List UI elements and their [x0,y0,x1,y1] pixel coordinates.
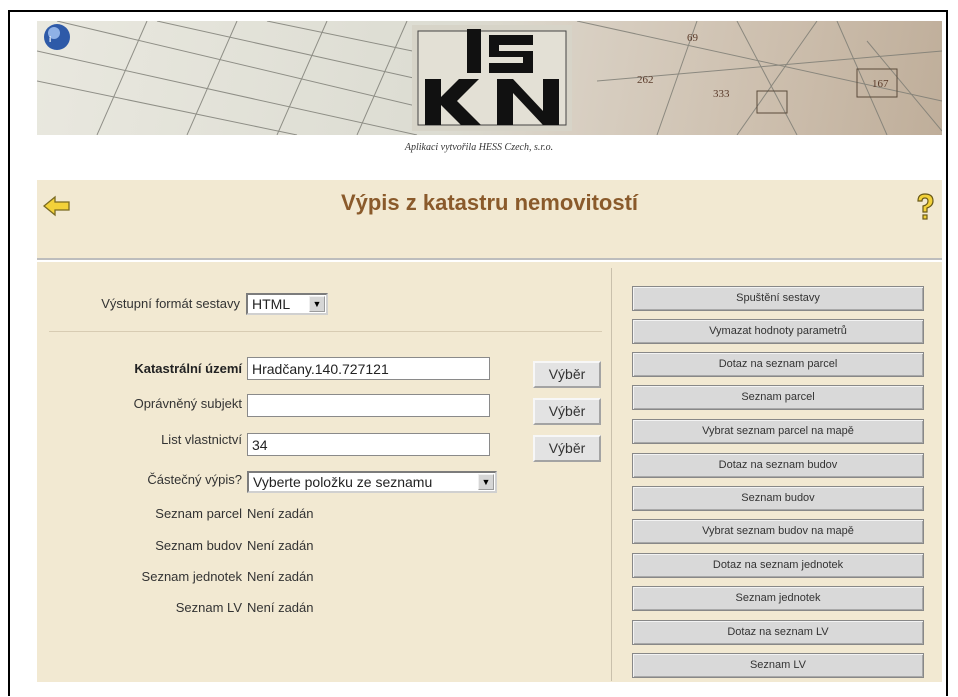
building-list-button[interactable]: Seznam budov [632,486,924,511]
query-parcel-list-button[interactable]: Dotaz na seznam parcel [632,352,924,377]
query-lv-list-button[interactable]: Dotaz na seznam LV [632,620,924,645]
units-label: Seznam jednotek [141,569,242,584]
question-mark-icon[interactable] [912,192,938,222]
buildings-label: Seznam budov [155,538,242,553]
query-unit-list-button[interactable]: Dotaz na seznam jednotek [632,553,924,578]
chevron-down-icon[interactable]: ▼ [309,296,325,312]
authorized-subject-label: Oprávněný subjekt [133,396,242,411]
run-report-button[interactable]: Spuštění sestavy [632,286,924,311]
page-title: Výpis z katastru nemovitostí [340,190,639,215]
output-format-select[interactable]: HTML ▼ [246,293,328,315]
iskn-logo [412,25,572,131]
partial-extract-select[interactable]: Vyberte položku ze seznamu ▼ [247,471,497,493]
lv-list-button[interactable]: Seznam LV [632,653,924,678]
svg-text:262: 262 [637,74,654,86]
cadastral-area-input[interactable] [247,357,490,380]
select-parcels-on-map-button[interactable]: Vybrat seznam parcel na mapě [632,419,924,444]
ownership-sheet-input[interactable] [247,433,490,456]
ownership-sheet-select-button[interactable]: Výběr [533,435,601,462]
credit-text: Aplikaci vytvořila HESS Czech, s.r.o. [404,142,554,153]
horizontal-divider [49,331,602,332]
authorized-subject-input[interactable] [247,394,490,417]
authorized-subject-select-button[interactable]: Výběr [533,398,601,425]
svg-text:167: 167 [872,78,889,90]
select-buildings-on-map-button[interactable]: Vybrat seznam budov na mapě [632,519,924,544]
partial-extract-label: Částečný výpis? [147,472,242,487]
svg-text:i: i [49,35,51,44]
parcels-value: Není zadán [247,506,314,521]
units-value: Není zadán [247,569,314,584]
header-banner: 262 333 167 69 i [37,21,942,135]
lv-label: Seznam LV [175,600,242,615]
chevron-down-icon[interactable]: ▼ [478,474,494,490]
title-divider [37,258,942,260]
ownership-sheet-label: List vlastnictví [161,432,242,447]
lv-value: Není zadán [247,600,314,615]
corner-badge-icon: i [44,24,70,50]
parcel-list-button[interactable]: Seznam parcel [632,385,924,410]
cadastral-area-select-button[interactable]: Výběr [533,361,601,388]
clear-parameters-button[interactable]: Vymazat hodnoty parametrů [632,319,924,344]
partial-extract-value: Vyberte položku ze seznamu [253,474,433,490]
parcels-label: Seznam parcel [155,506,242,521]
cadastral-map-background: 262 333 167 69 i [37,21,942,135]
cadastral-area-label: Katastrální území [134,361,242,376]
query-building-list-button[interactable]: Dotaz na seznam budov [632,453,924,478]
svg-text:69: 69 [687,32,699,44]
title-bar: Výpis z katastru nemovitostí [37,180,942,260]
vertical-divider [611,268,612,681]
buildings-value: Není zadán [247,538,314,553]
unit-list-button[interactable]: Seznam jednotek [632,586,924,611]
output-format-label: Výstupní formát sestavy [101,296,240,311]
output-format-value: HTML [252,296,291,312]
svg-text:333: 333 [713,88,730,100]
